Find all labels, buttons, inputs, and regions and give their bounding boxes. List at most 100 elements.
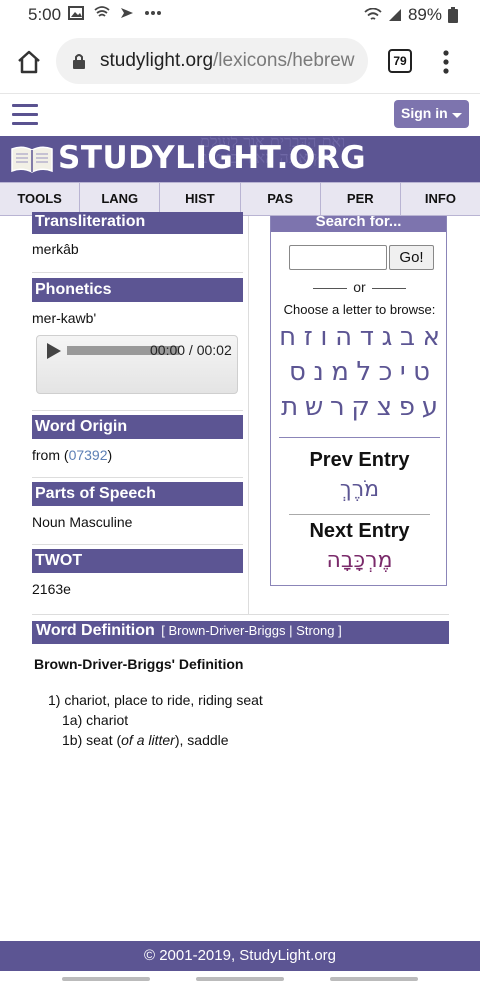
letter-row-3: ע פ צ ק ר ש ת — [281, 392, 438, 422]
bracket-open: [ — [161, 623, 165, 638]
brown-driver-briggs-link[interactable]: Brown-Driver-Briggs — [169, 623, 286, 638]
status-notification-icons — [68, 6, 162, 20]
site-logo: StudyLight.org — [58, 140, 367, 176]
site-banner[interactable]: ואֹם הַדְּבָרִים אוֹר לְעוֹלָם רֶץ אַתָּה… — [0, 136, 480, 182]
gesture-icon — [121, 8, 133, 18]
nav-handle[interactable] — [330, 977, 418, 981]
phonetics-section: Phonetics mer-kawb' — [32, 278, 243, 326]
sidebar-divider — [279, 437, 440, 438]
strong-link[interactable]: Strong — [296, 623, 334, 638]
column-divider — [248, 216, 249, 614]
definition-subitem: 1a) chariot — [62, 712, 129, 728]
audio-timer: 00:00 / 00:02 — [150, 342, 232, 358]
nav-handle[interactable] — [196, 977, 284, 981]
divider — [32, 410, 243, 411]
divider — [32, 614, 449, 615]
letter-link[interactable]: ו — [320, 322, 327, 352]
nav-tools[interactable]: TOOLS — [0, 183, 81, 215]
letter-link[interactable]: ר — [330, 392, 345, 422]
sign-in-button[interactable]: Sign in — [394, 100, 469, 128]
letter-link[interactable]: י — [400, 357, 406, 387]
nav-lang[interactable]: LANG — [80, 183, 161, 215]
go-button[interactable]: Go! — [389, 245, 434, 270]
transliteration-heading: Transliteration — [32, 212, 243, 234]
letter-link[interactable]: פ — [399, 392, 415, 422]
word-origin-value: from (07392) — [32, 447, 243, 463]
letter-link[interactable]: ז — [304, 322, 313, 352]
parts-of-speech-heading: Parts of Speech — [32, 482, 243, 506]
divider — [32, 544, 243, 545]
strongs-link[interactable]: 07392 — [69, 447, 108, 463]
nav-hist[interactable]: HIST — [160, 183, 241, 215]
letter-link[interactable]: ע — [422, 392, 438, 422]
tab-switcher-button[interactable]: 79 — [388, 49, 412, 73]
subitem-emphasis: of a litter — [121, 732, 175, 748]
more-dots-icon — [145, 11, 161, 15]
phonetics-heading: Phonetics — [32, 278, 243, 302]
letter-link[interactable]: ט — [413, 357, 430, 387]
prev-entry-link[interactable]: מֹרֶךְ — [271, 477, 448, 502]
signal-icon — [388, 9, 401, 21]
wifi-icon — [364, 8, 382, 20]
word-origin-heading: Word Origin — [32, 415, 243, 439]
twot-heading: TWOT — [32, 549, 243, 573]
system-nav-bar — [0, 976, 480, 987]
audio-player[interactable]: 00:00 / 00:02 — [36, 335, 238, 394]
battery-percent: 89% — [407, 5, 442, 24]
lock-icon — [73, 54, 85, 69]
definition-item: 1) chariot, place to ride, riding seat — [48, 692, 263, 708]
search-input[interactable] — [289, 245, 387, 270]
letter-link[interactable]: ב — [400, 322, 415, 352]
letter-link[interactable]: ד — [360, 322, 374, 352]
or-label: or — [353, 279, 366, 295]
nav-info[interactable]: INFO — [401, 183, 480, 215]
address-bar[interactable]: studylight.org/lexicons/hebrew — [56, 38, 368, 84]
word-origin-section: Word Origin from (07392) — [32, 415, 243, 463]
origin-suffix: ) — [107, 447, 113, 463]
url-path: /lexicons/hebrew — [213, 50, 355, 71]
image-icon — [68, 6, 84, 20]
letter-link[interactable]: ג — [382, 322, 393, 352]
letter-link[interactable]: ק — [351, 392, 369, 422]
next-entry-title: Next Entry — [309, 520, 410, 542]
open-book-logo-icon — [11, 146, 53, 173]
wifi-call-icon — [94, 6, 110, 17]
letter-link[interactable]: מ — [331, 357, 349, 387]
hamburger-menu-icon[interactable] — [12, 104, 38, 126]
letter-link[interactable]: ה — [335, 322, 352, 352]
nav-pas[interactable]: PAS — [241, 183, 321, 215]
nav-handle[interactable] — [62, 977, 150, 981]
phonetics-value: mer-kawb' — [32, 310, 97, 326]
next-entry-link[interactable]: מֶרְכָּבָה — [271, 548, 448, 573]
or-separator: or — [271, 279, 448, 295]
letter-link[interactable]: כ — [379, 357, 393, 387]
status-time: 5:00 — [28, 5, 62, 24]
letter-link[interactable]: א — [423, 322, 440, 352]
letter-link[interactable]: ל — [356, 357, 371, 387]
home-icon[interactable] — [14, 47, 44, 77]
word-details: Transliteration merkâb — [32, 212, 243, 257]
letter-link[interactable]: ס — [289, 357, 306, 387]
parts-of-speech-value: Noun Masculine — [32, 514, 133, 530]
letter-link[interactable]: ש — [305, 392, 323, 422]
definition-source-links: [ Brown-Driver-Briggs | Strong ] — [161, 623, 341, 638]
play-icon[interactable] — [47, 343, 61, 359]
twot-value: 2163e — [32, 581, 71, 597]
battery-icon — [448, 7, 458, 23]
url-domain: studylight.org — [100, 50, 214, 71]
status-bar: 5:00 89% — [0, 0, 480, 30]
twot-section: TWOT 2163e — [32, 549, 243, 597]
nav-per[interactable]: PER — [321, 183, 401, 215]
letter-link[interactable]: ח — [279, 322, 296, 352]
letter-link[interactable]: נ — [313, 357, 323, 387]
bracket-close: ] — [338, 623, 342, 638]
letter-link[interactable]: ת — [281, 392, 298, 422]
prev-entry-title: Prev Entry — [309, 449, 410, 471]
site-footer: © 2001-2019, StudyLight.org — [0, 941, 480, 971]
parts-of-speech-section: Parts of Speech Noun Masculine — [32, 482, 243, 530]
letter-link[interactable]: צ — [377, 392, 392, 422]
overflow-menu-icon[interactable] — [438, 48, 454, 76]
word-definition-heading: Word Definition [ Brown-Driver-Briggs | … — [32, 621, 449, 644]
sign-in-label: Sign in — [401, 105, 448, 121]
choose-letter-label: Choose a letter to browse: — [283, 302, 436, 317]
